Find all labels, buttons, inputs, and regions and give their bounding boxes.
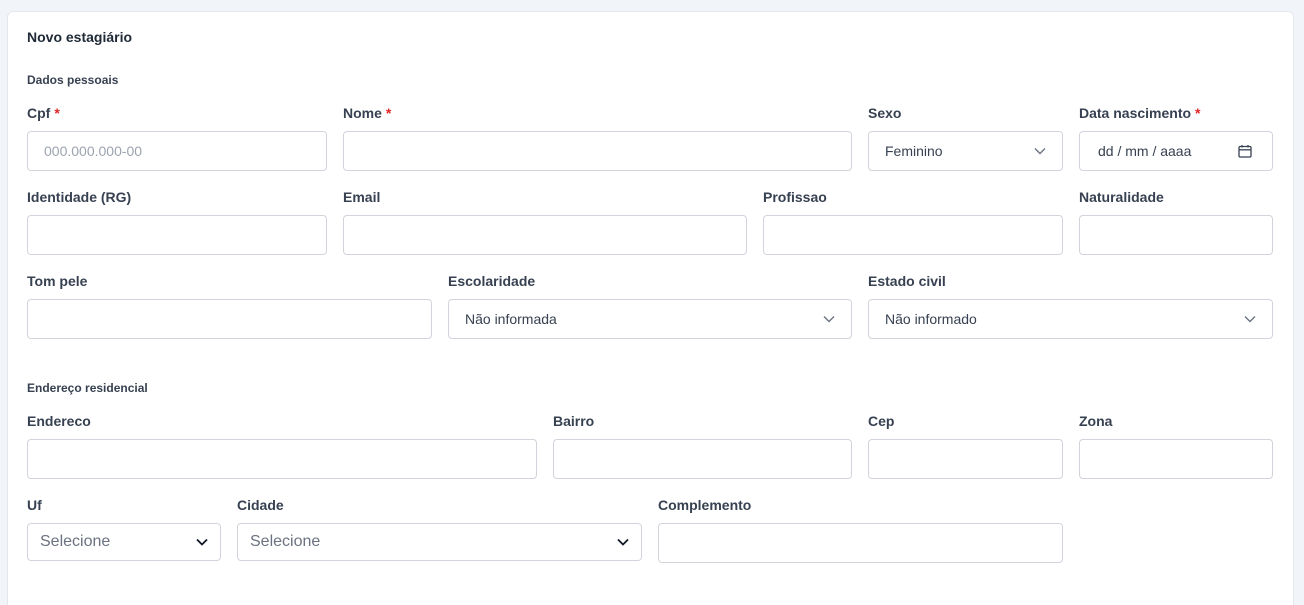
uf-selected-value: Selecione bbox=[40, 533, 111, 550]
profissao-input[interactable] bbox=[763, 215, 1063, 255]
required-mark: * bbox=[385, 105, 392, 121]
chevron-down-icon bbox=[1244, 316, 1256, 323]
naturalidade-input[interactable] bbox=[1079, 215, 1273, 255]
uf-field: Uf Selecione bbox=[27, 497, 221, 561]
cpf-label: Cpf bbox=[27, 105, 51, 121]
cep-field: Cep bbox=[868, 413, 1063, 479]
endereco-input[interactable] bbox=[27, 439, 537, 479]
estado-civil-select[interactable]: Não informado bbox=[868, 299, 1273, 339]
bairro-field: Bairro bbox=[553, 413, 852, 479]
nome-label: Nome bbox=[343, 105, 382, 121]
nome-field: Nome * bbox=[343, 105, 852, 171]
naturalidade-field: Naturalidade bbox=[1079, 189, 1273, 255]
calendar-icon[interactable] bbox=[1238, 144, 1252, 158]
cidade-selected-value: Selecione bbox=[250, 533, 321, 550]
cidade-select[interactable]: Selecione bbox=[237, 523, 642, 561]
escolaridade-field: Escolaridade Não informada bbox=[448, 273, 852, 339]
escolaridade-label: Escolaridade bbox=[448, 273, 536, 289]
tom-pele-input[interactable] bbox=[27, 299, 432, 339]
zona-label: Zona bbox=[1079, 413, 1113, 429]
cidade-label: Cidade bbox=[237, 497, 284, 513]
complemento-label: Complemento bbox=[658, 497, 752, 513]
profissao-field: Profissao bbox=[763, 189, 1063, 255]
required-mark: * bbox=[1195, 105, 1201, 121]
complemento-input[interactable] bbox=[658, 523, 1063, 563]
nome-input[interactable] bbox=[343, 131, 852, 171]
identidade-label: Identidade (RG) bbox=[27, 189, 132, 205]
chevron-down-icon bbox=[823, 316, 835, 323]
chevron-down-icon bbox=[617, 538, 629, 546]
naturalidade-label: Naturalidade bbox=[1079, 189, 1164, 205]
bairro-input[interactable] bbox=[553, 439, 852, 479]
endereco-label: Endereco bbox=[27, 413, 91, 429]
email-field: Email bbox=[343, 189, 747, 255]
email-label: Email bbox=[343, 189, 381, 205]
uf-select[interactable]: Selecione bbox=[27, 523, 221, 561]
identidade-input[interactable] bbox=[27, 215, 327, 255]
data-nascimento-field: Data nascimento * dd / mm / aaaa bbox=[1079, 105, 1273, 171]
cpf-field: Cpf * bbox=[27, 105, 327, 171]
tom-pele-field: Tom pele bbox=[27, 273, 432, 339]
cep-label: Cep bbox=[868, 413, 895, 429]
estado-civil-field: Estado civil Não informado bbox=[868, 273, 1273, 339]
required-mark: * bbox=[54, 105, 60, 121]
cpf-input[interactable] bbox=[27, 131, 327, 171]
endereco-field: Endereco bbox=[27, 413, 537, 479]
data-nascimento-input[interactable]: dd / mm / aaaa bbox=[1079, 131, 1273, 171]
complemento-field: Complemento bbox=[658, 497, 1063, 563]
chevron-down-icon bbox=[196, 538, 208, 546]
data-nascimento-label: Data nascimento bbox=[1079, 105, 1192, 121]
cidade-field: Cidade Selecione bbox=[237, 497, 642, 561]
uf-label: Uf bbox=[27, 497, 42, 513]
sexo-field: Sexo Feminino bbox=[868, 105, 1063, 171]
sexo-select[interactable]: Feminino bbox=[868, 131, 1063, 171]
escolaridade-select[interactable]: Não informada bbox=[448, 299, 852, 339]
bairro-label: Bairro bbox=[553, 413, 595, 429]
estado-civil-label: Estado civil bbox=[868, 273, 946, 289]
section-personal-title: Dados pessoais bbox=[27, 73, 119, 87]
date-placeholder: dd / mm / aaaa bbox=[1098, 143, 1192, 159]
estado-civil-selected-value: Não informado bbox=[885, 311, 977, 327]
escolaridade-selected-value: Não informada bbox=[465, 311, 557, 327]
zona-field: Zona bbox=[1079, 413, 1273, 479]
sexo-selected-value: Feminino bbox=[885, 143, 943, 159]
cep-input[interactable] bbox=[868, 439, 1063, 479]
email-input[interactable] bbox=[343, 215, 747, 255]
zona-input[interactable] bbox=[1079, 439, 1273, 479]
chevron-down-icon bbox=[1034, 148, 1046, 155]
profissao-label: Profissao bbox=[763, 189, 827, 205]
tom-pele-label: Tom pele bbox=[27, 273, 88, 289]
identidade-field: Identidade (RG) bbox=[27, 189, 327, 255]
sexo-label: Sexo bbox=[868, 105, 902, 121]
section-address-title: Endereço residencial bbox=[27, 381, 148, 395]
form-title: Novo estagiário bbox=[27, 29, 133, 45]
